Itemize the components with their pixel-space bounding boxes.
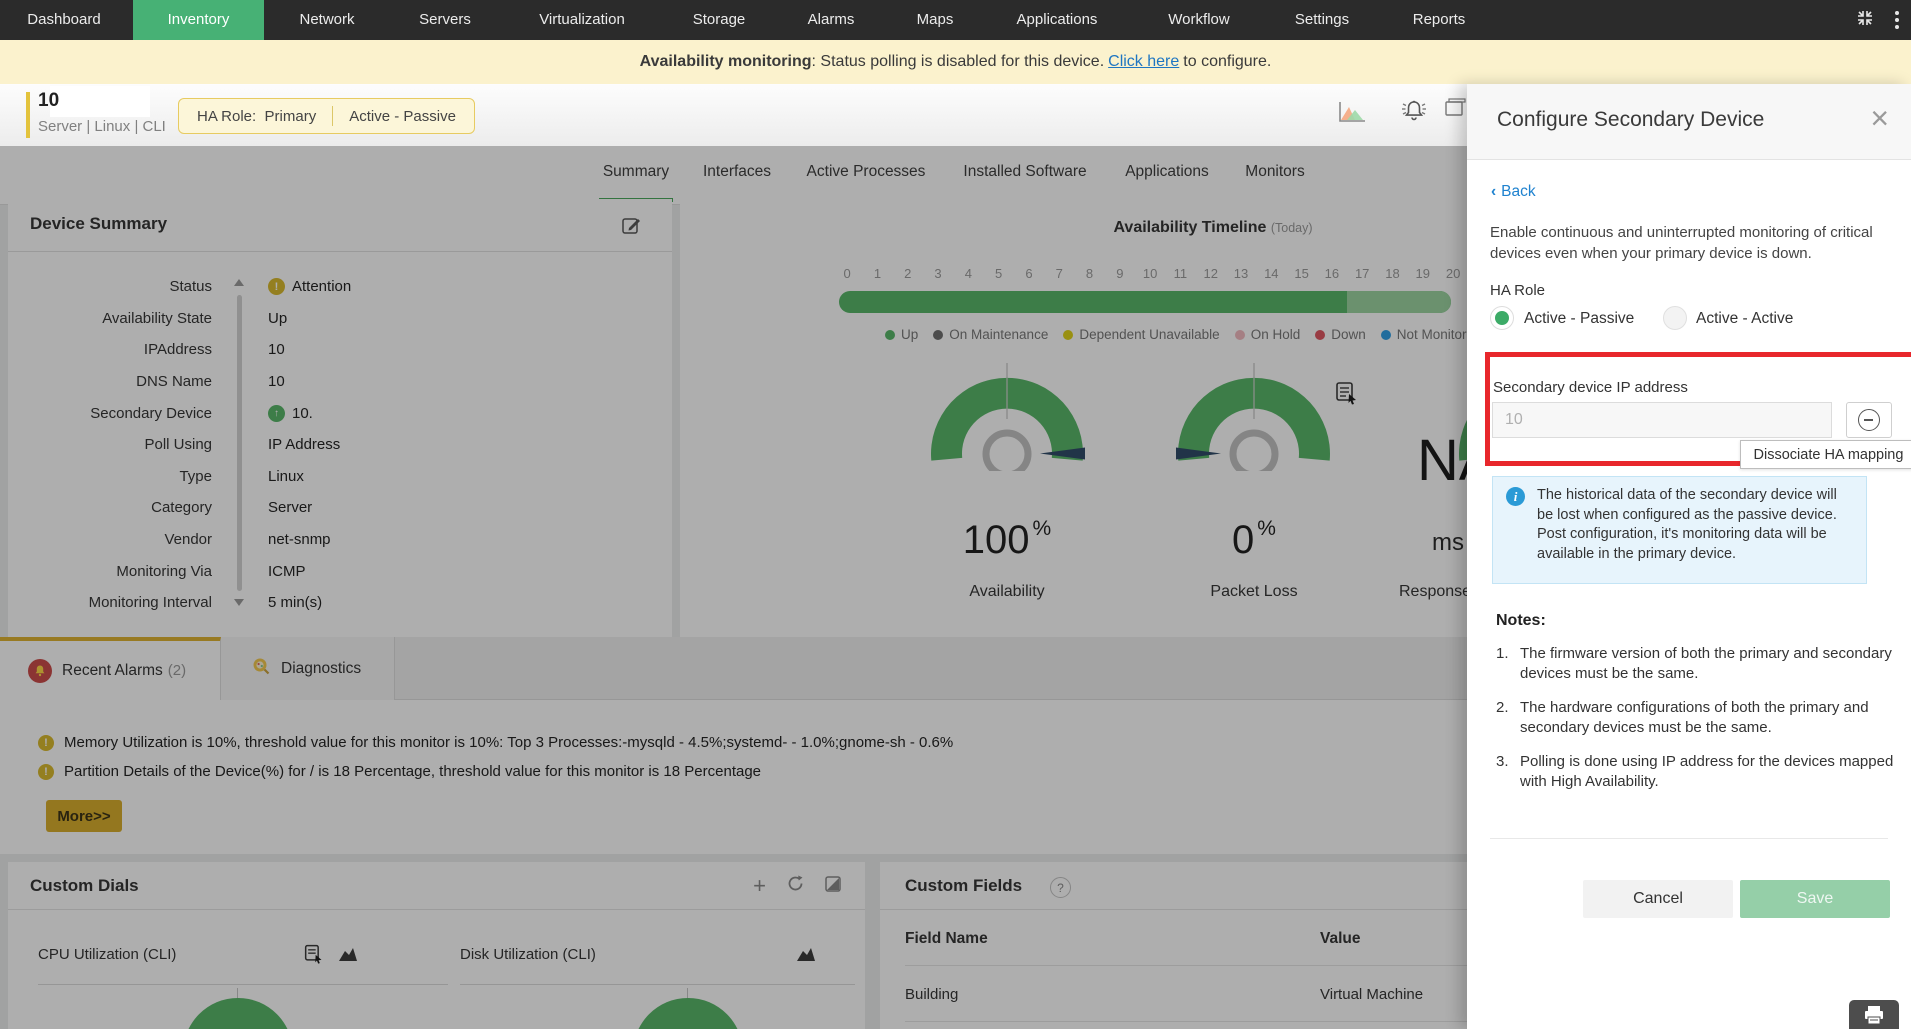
print-button[interactable] bbox=[1849, 1000, 1899, 1029]
ha-role-section-label: HA Role bbox=[1490, 282, 1545, 299]
info-icon: i bbox=[1506, 487, 1525, 506]
ha-role-badge: HA Role: Primary Active - Passive bbox=[178, 98, 475, 134]
info-box: i The historical data of the secondary d… bbox=[1492, 476, 1867, 584]
nav-reports[interactable]: Reports bbox=[1413, 0, 1466, 40]
nav-maps[interactable]: Maps bbox=[917, 0, 954, 40]
note-item: 2.The hardware configurations of both th… bbox=[1496, 698, 1898, 738]
availability-banner: Availability monitoring : Status polling… bbox=[0, 40, 1911, 84]
device-meta: Server | Linux | CLI bbox=[38, 118, 166, 135]
device-name: 10 bbox=[38, 90, 59, 112]
device-name-field[interactable] bbox=[50, 86, 150, 117]
collapse-icon[interactable] bbox=[1855, 8, 1875, 33]
nav-storage[interactable]: Storage bbox=[693, 0, 746, 40]
alarm-bell-icon[interactable] bbox=[1398, 96, 1430, 129]
banner-title: Availability monitoring bbox=[640, 53, 812, 71]
radio-active-passive[interactable] bbox=[1490, 306, 1514, 330]
device-tools-icon[interactable] bbox=[1444, 98, 1468, 125]
performance-chart-icon[interactable] bbox=[1338, 100, 1366, 129]
chevron-left-icon: ‹ bbox=[1491, 183, 1496, 200]
more-menu-icon[interactable] bbox=[1891, 7, 1903, 33]
device-accent-bar bbox=[26, 92, 30, 138]
panel-title: Configure Secondary Device bbox=[1497, 108, 1764, 132]
info-text: The historical data of the secondary dev… bbox=[1537, 486, 1856, 564]
nav-dashboard[interactable]: Dashboard bbox=[27, 0, 100, 40]
nav-servers[interactable]: Servers bbox=[419, 0, 471, 40]
divider bbox=[1490, 838, 1888, 839]
ha-role-label: HA Role: bbox=[197, 108, 256, 125]
nav-settings[interactable]: Settings bbox=[1295, 0, 1349, 40]
ha-badge-divider bbox=[332, 106, 333, 126]
dissociate-ha-button[interactable] bbox=[1846, 402, 1892, 438]
modal-dim-overlay bbox=[0, 146, 1467, 1029]
back-link[interactable]: ‹Back bbox=[1491, 183, 1536, 201]
secondary-ip-input[interactable] bbox=[1492, 402, 1832, 438]
configure-secondary-device-panel: Configure Secondary Device × ‹Back Enabl… bbox=[1467, 84, 1911, 1029]
panel-header: Configure Secondary Device × bbox=[1467, 84, 1911, 160]
secondary-ip-label: Secondary device IP address bbox=[1493, 379, 1688, 396]
nav-workflow[interactable]: Workflow bbox=[1168, 0, 1229, 40]
ha-mode-value: Active - Passive bbox=[349, 108, 456, 125]
top-nav: Dashboard Inventory Network Servers Virt… bbox=[0, 0, 1911, 40]
close-icon[interactable]: × bbox=[1870, 100, 1889, 136]
radio-active-passive-label[interactable]: Active - Passive bbox=[1524, 310, 1634, 328]
cancel-button[interactable]: Cancel bbox=[1583, 880, 1733, 918]
note-item: 1.The firmware version of both the prima… bbox=[1496, 644, 1898, 684]
nav-inventory[interactable]: Inventory bbox=[133, 0, 264, 40]
app-root: Dashboard Inventory Network Servers Virt… bbox=[0, 0, 1911, 1029]
dissociate-tooltip: Dissociate HA mapping bbox=[1740, 440, 1911, 469]
banner-configure-link[interactable]: Click here bbox=[1108, 53, 1179, 71]
radio-active-active[interactable] bbox=[1663, 306, 1687, 330]
notes-list: 1.The firmware version of both the prima… bbox=[1496, 644, 1898, 806]
ha-role-value: Primary bbox=[265, 108, 317, 125]
nav-network[interactable]: Network bbox=[299, 0, 354, 40]
notes-title: Notes: bbox=[1496, 612, 1546, 630]
panel-description: Enable continuous and uninterrupted moni… bbox=[1490, 222, 1892, 264]
minus-circle-icon bbox=[1858, 409, 1880, 431]
save-button[interactable]: Save bbox=[1740, 880, 1890, 918]
note-item: 3.Polling is done using IP address for t… bbox=[1496, 752, 1898, 792]
banner-suffix: to configure. bbox=[1183, 53, 1271, 71]
nav-alarms[interactable]: Alarms bbox=[808, 0, 855, 40]
banner-message: : Status polling is disabled for this de… bbox=[812, 53, 1105, 71]
nav-applications[interactable]: Applications bbox=[1017, 0, 1098, 40]
radio-active-active-label[interactable]: Active - Active bbox=[1696, 310, 1793, 328]
nav-virtualization[interactable]: Virtualization bbox=[539, 0, 625, 40]
